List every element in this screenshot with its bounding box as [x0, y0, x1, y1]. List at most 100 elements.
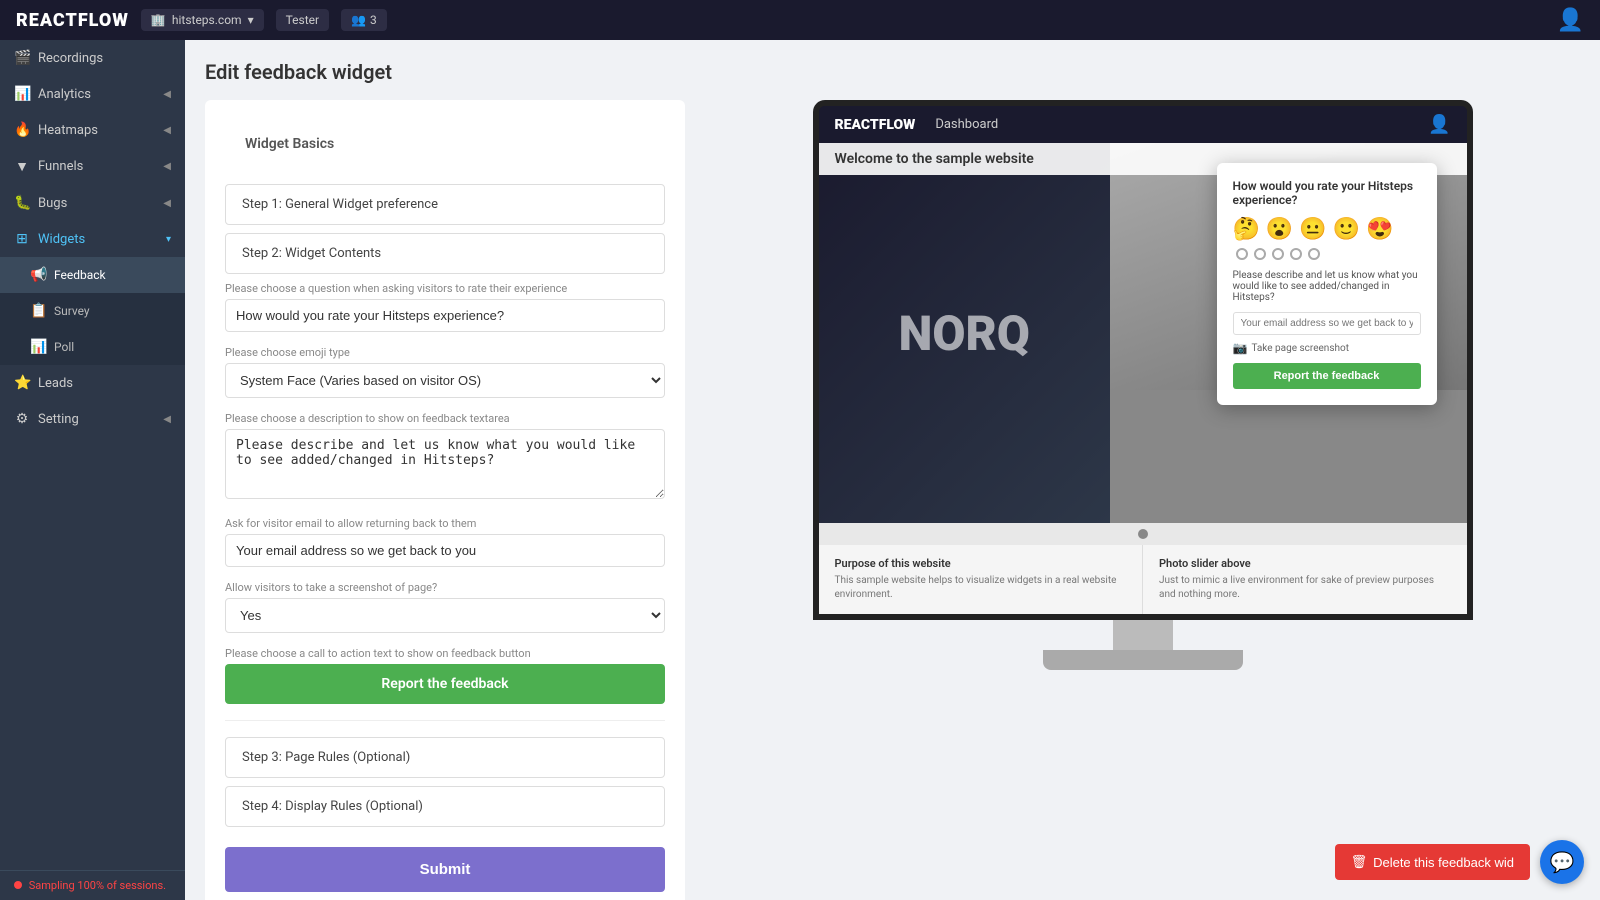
step3-row[interactable]: Step 3: Page Rules (Optional): [225, 737, 665, 778]
monitor-container: REACTFLOW Dashboard 👤 Welcome to the sam…: [813, 100, 1473, 670]
site-label: hitsteps.com: [172, 13, 242, 27]
popup-screenshot: 📷 Take page screenshot: [1233, 341, 1421, 355]
survey-icon: 📋: [30, 303, 46, 319]
popup-radios: [1233, 248, 1421, 260]
radio-3[interactable]: [1272, 248, 1284, 260]
sidebar-item-heatmaps[interactable]: 🔥 Heatmaps ◀: [0, 112, 185, 148]
chevron-icon: ◀: [163, 198, 171, 209]
emoji-select[interactable]: System Face (Varies based on visitor OS)…: [225, 363, 665, 398]
email-label: Ask for visitor email to allow returning…: [225, 517, 665, 530]
setting-icon: ⚙: [14, 411, 30, 427]
card1-title: Purpose of this website: [835, 557, 1127, 570]
description-textarea[interactable]: Please describe and let us know what you…: [225, 429, 665, 499]
sidebar-sub: 📢 Feedback 📋 Survey 📊 Poll: [0, 257, 185, 365]
monitor-screen: REACTFLOW Dashboard 👤 Welcome to the sam…: [813, 100, 1473, 620]
sidebar-item-bugs[interactable]: 🐛 Bugs ◀: [0, 185, 185, 221]
popup-email-input[interactable]: [1233, 312, 1421, 335]
sidebar-item-analytics[interactable]: 📊 Analytics ◀: [0, 76, 185, 112]
emoji-4[interactable]: 🙂: [1333, 217, 1360, 242]
sampling-bar: Sampling 100% of sessions.: [0, 870, 185, 900]
emoji-group: Please choose emoji type System Face (Va…: [225, 346, 665, 398]
users-icon: 👥: [351, 13, 366, 27]
step4-label: Step 4: Display Rules (Optional): [242, 799, 423, 814]
popup-question: How would you rate your Hitsteps experie…: [1233, 179, 1421, 207]
users-badge[interactable]: 👥 3: [341, 9, 387, 31]
logo: REACTFLOW: [16, 10, 129, 31]
chevron-icon: ▾: [166, 234, 171, 245]
site-selector[interactable]: 🏢 hitsteps.com ▾: [141, 9, 264, 31]
monitor-topbar: REACTFLOW Dashboard 👤: [819, 106, 1467, 143]
step3-label: Step 3: Page Rules (Optional): [242, 750, 410, 765]
emoji-1[interactable]: 🤔: [1233, 217, 1260, 242]
heatmaps-icon: 🔥: [14, 122, 30, 138]
step2-row[interactable]: Step 2: Widget Contents: [225, 233, 665, 274]
emoji-3[interactable]: 😐: [1299, 217, 1326, 242]
sidebar-item-survey[interactable]: 📋 Survey: [0, 293, 185, 329]
sidebar-item-label: Analytics: [38, 87, 91, 102]
card2-title: Photo slider above: [1159, 557, 1451, 570]
sidebar-item-label: Poll: [54, 340, 74, 354]
email-group: Ask for visitor email to allow returning…: [225, 517, 665, 567]
popup-emojis: 🤔 😮 😐 🙂 😍: [1233, 217, 1421, 242]
preview-panel: REACTFLOW Dashboard 👤 Welcome to the sam…: [705, 100, 1580, 900]
chat-bubble[interactable]: 💬: [1540, 840, 1584, 884]
popup-screenshot-label: Take page screenshot: [1251, 343, 1349, 354]
funnels-icon: ▼: [14, 158, 30, 175]
sidebar-item-poll[interactable]: 📊 Poll: [0, 329, 185, 365]
sidebar-item-label: Feedback: [54, 268, 106, 282]
step1-row[interactable]: Step 1: General Widget preference: [225, 184, 665, 225]
step4-row[interactable]: Step 4: Display Rules (Optional): [225, 786, 665, 827]
logo-react: REACT: [16, 10, 78, 31]
sidebar-item-label: Setting: [38, 412, 79, 427]
question-input[interactable]: [225, 299, 665, 332]
sidebar-item-label: Survey: [54, 304, 90, 318]
emoji-2[interactable]: 😮: [1266, 217, 1293, 242]
popup-submit-button[interactable]: Report the feedback: [1233, 363, 1421, 389]
leads-icon: ⭐: [14, 375, 30, 391]
dot-indicator: [1138, 529, 1148, 539]
radio-2[interactable]: [1254, 248, 1266, 260]
delete-button[interactable]: 🗑 Delete this feedback wid: [1335, 844, 1530, 880]
screenshot-icon: 📷: [1233, 341, 1248, 355]
emoji-label: Please choose emoji type: [225, 346, 665, 359]
widget-basics-title: Widget Basics: [245, 136, 645, 152]
sidebar-item-leads[interactable]: ⭐ Leads: [0, 365, 185, 401]
topbar-avatar[interactable]: 👤: [1557, 8, 1584, 33]
radio-4[interactable]: [1290, 248, 1302, 260]
poll-icon: 📊: [30, 339, 46, 355]
radio-5[interactable]: [1308, 248, 1320, 260]
analytics-icon: 📊: [14, 86, 30, 102]
sidebar-item-label: Bugs: [38, 196, 67, 211]
screenshot-select[interactable]: Yes No: [225, 598, 665, 633]
site-icon: 🏢: [151, 13, 166, 27]
widget-basics-card: Widget Basics: [225, 120, 665, 168]
email-input[interactable]: [225, 534, 665, 567]
chevron-icon: ◀: [163, 89, 171, 100]
main-layout: 🎬 Recordings 📊 Analytics ◀ 🔥 Heatmaps ◀ …: [0, 40, 1600, 900]
cta-button-preview[interactable]: Report the feedback: [225, 664, 665, 704]
chevron-icon: ◀: [163, 125, 171, 136]
sidebar-item-widgets[interactable]: ⊞ Widgets ▾: [0, 221, 185, 257]
delete-label: Delete this feedback wid: [1373, 855, 1514, 870]
form-panel: Widget Basics Step 1: General Widget pre…: [205, 100, 685, 900]
sidebar-item-label: Recordings: [38, 51, 103, 66]
delete-icon: 🗑: [1351, 854, 1368, 870]
submit-button[interactable]: Submit: [225, 847, 665, 892]
sidebar-item-funnels[interactable]: ▼ Funnels ◀: [0, 148, 185, 185]
feedback-popup: How would you rate your Hitsteps experie…: [1217, 163, 1437, 405]
bugs-icon: 🐛: [14, 195, 30, 211]
step1-label: Step 1: General Widget preference: [242, 197, 438, 212]
card1-text: This sample website helps to visualize w…: [835, 574, 1127, 602]
sidebar-item-setting[interactable]: ⚙ Setting ◀: [0, 401, 185, 437]
monitor-avatar: 👤: [1428, 114, 1450, 135]
monitor-card-1: Purpose of this website This sample webs…: [819, 545, 1144, 614]
radio-1[interactable]: [1236, 248, 1248, 260]
two-col-layout: Widget Basics Step 1: General Widget pre…: [205, 100, 1580, 900]
content: Edit feedback widget Widget Basics Step …: [185, 40, 1600, 900]
tester-badge: Tester: [276, 9, 330, 31]
emoji-5[interactable]: 😍: [1366, 217, 1393, 242]
sidebar-item-label: Leads: [38, 376, 73, 391]
stand-base: [1043, 650, 1243, 670]
sidebar-item-feedback[interactable]: 📢 Feedback: [0, 257, 185, 293]
sidebar-item-recordings[interactable]: 🎬 Recordings: [0, 40, 185, 76]
